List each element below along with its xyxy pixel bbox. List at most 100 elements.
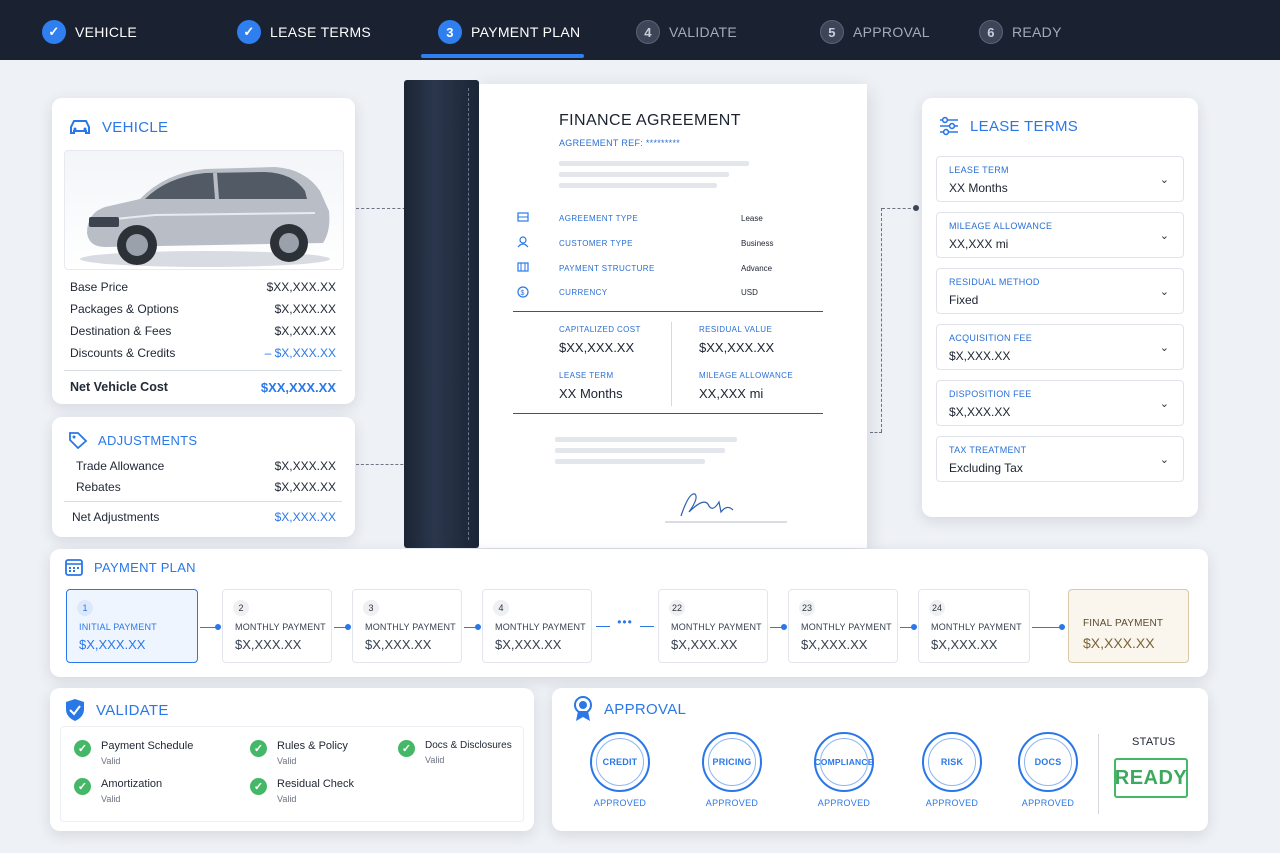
lease-term-select[interactable]: LEASE TERM XX Months ⌄ [936,156,1184,202]
payment-item[interactable]: 22 MONTHLY PAYMENT $X,XXX.XX [658,589,768,663]
validate-title: VALIDATE [64,698,169,722]
chevron-down-icon: ⌄ [1159,174,1169,186]
adjustment-row-trade: Trade Allowance $X,XXX.XX [76,459,336,473]
vehicle-card: VEHICLE Base Price $XX,XXX.XX Packages & … [52,98,355,404]
doc-grid-value: $XX,XXX.XX [559,340,635,355]
payment-item[interactable]: 24 MONTHLY PAYMENT $X,XXX.XX [918,589,1030,663]
doc-grid-label: RESIDUAL VALUE [699,325,773,334]
validate-item: ✓ Amortization Valid [74,778,162,804]
payment-item-initial[interactable]: 1 INITIAL PAYMENT $X,XXX.XX [66,589,198,663]
validate-card: VALIDATE ✓ Payment Schedule Valid ✓ Rules… [50,688,534,831]
ready-status-stamp: READY [1114,758,1188,798]
vehicle-row-base-price: Base Price $XX,XXX.XX [70,280,336,294]
payment-item[interactable]: 3 MONTHLY PAYMENT $X,XXX.XX [352,589,462,663]
car-icon [70,120,90,134]
arrow-connector [1032,624,1065,630]
step-ready[interactable]: 6 READY [979,18,1062,46]
calendar-icon [65,559,83,576]
doc-field-value: Advance [741,264,773,273]
calendar-icon [517,262,529,272]
payment-item[interactable]: 23 MONTHLY PAYMENT $X,XXX.XX [788,589,898,663]
divider [1098,734,1099,814]
badge-status: APPROVED [817,798,871,808]
check-icon: ✓ [398,740,415,757]
step-number: 6 [979,20,1003,44]
approval-card: APPROVAL CREDIT APPROVED PRICING APPROVE… [552,688,1208,831]
doc-grid-label: CAPITALIZED COST [559,325,641,334]
arrow-connector [334,624,351,630]
arrow-connector [200,624,221,630]
chevron-down-icon: ⌄ [1159,230,1169,242]
arrow-connector [770,624,787,630]
divider [64,370,342,371]
document-binder [404,80,479,548]
doc-field-label: PAYMENT STRUCTURE [559,264,655,273]
risk-approved-badge: RISK [922,732,982,792]
step-number: 3 [438,20,462,44]
vehicle-row-discounts: Discounts & Credits – $X,XXX.XX [70,346,336,360]
text-placeholder [555,437,737,442]
step-number: 4 [636,20,660,44]
vehicle-row-destination: Destination & Fees $X,XXX.XX [70,324,336,338]
adjustments-card: ADJUSTMENTS Trade Allowance $X,XXX.XX Reb… [52,417,355,537]
doc-field-label: CUSTOMER TYPE [559,239,633,248]
currency-icon: $ [517,286,529,298]
validate-item: ✓ Rules & Policy Valid [250,740,348,766]
payment-item[interactable]: 4 MONTHLY PAYMENT $X,XXX.XX [482,589,592,663]
mileage-allowance-select[interactable]: MILEAGE ALLOWANCE XX,XXX mi ⌄ [936,212,1184,258]
step-validate[interactable]: 4 VALIDATE [636,18,737,46]
step-payment-plan[interactable]: 3 PAYMENT PLAN [438,18,580,46]
connector-dot [913,205,919,211]
vehicle-image [64,150,344,270]
vehicle-card-title: VEHICLE [68,118,168,136]
step-approval[interactable]: 5 APPROVAL [820,18,930,46]
arrow-connector [464,624,481,630]
payment-item[interactable]: 2 MONTHLY PAYMENT $X,XXX.XX [222,589,332,663]
divider [671,322,672,406]
doc-grid-value: XX,XXX mi [699,386,764,401]
divider [513,311,823,312]
disposition-fee-select[interactable]: DISPOSITION FEE $X,XXX.XX ⌄ [936,380,1184,426]
doc-field-value: Business [741,239,774,248]
sliders-icon [940,116,958,136]
document-title: FINANCE AGREEMENT [559,112,741,129]
ellipsis: ••• [610,615,640,629]
payment-item-final[interactable]: FINAL PAYMENT $X,XXX.XX [1068,589,1189,663]
compliance-approved-badge: COMPLIANCE [814,732,874,792]
badge-status: APPROVED [705,798,759,808]
text-placeholder [555,459,705,464]
check-icon: ✓ [74,778,91,795]
adjustments-card-title: ADJUSTMENTS [68,431,197,449]
connector-line [882,208,916,209]
doc-grid-value: $XX,XXX.XX [699,340,775,355]
pricing-approved-badge: PRICING [702,732,762,792]
doc-field-label: CURRENCY [559,288,608,297]
connector-line [881,208,882,432]
check-icon: ✓ [250,740,267,757]
acquisition-fee-select[interactable]: ACQUISITION FEE $X,XXX.XX ⌄ [936,324,1184,370]
badge-status: APPROVED [925,798,979,808]
doc-grid-value: XX Months [559,386,623,401]
arrow-connector [900,624,917,630]
step-lease-terms[interactable]: ✓ LEASE TERMS [237,18,371,46]
validate-item: ✓ Residual Check Valid [250,778,354,804]
text-placeholder [559,172,729,177]
signature-icon [665,493,787,523]
progress-stepper: ✓ VEHICLE ✓ LEASE TERMS 3 PAYMENT PLAN 4… [0,0,1280,60]
step-vehicle[interactable]: ✓ VEHICLE [42,18,137,46]
tax-treatment-select[interactable]: TAX TREATMENT Excluding Tax ⌄ [936,436,1184,482]
vehicle-row-packages: Packages & Options $X,XXX.XX [70,302,336,316]
shield-check-icon [66,699,84,721]
chevron-down-icon: ⌄ [1159,398,1169,410]
doc-grid-label: MILEAGE ALLOWANCE [699,371,794,380]
validate-item: ✓ Payment Schedule Valid [74,740,193,766]
doc-field-label: AGREEMENT TYPE [559,214,639,223]
residual-method-select[interactable]: RESIDUAL METHOD Fixed ⌄ [936,268,1184,314]
svg-text:$: $ [521,290,525,297]
chevron-down-icon: ⌄ [1159,454,1169,466]
chevron-down-icon: ⌄ [1159,342,1169,354]
divider [513,413,823,414]
doc-grid-label: LEASE TERM [559,371,614,380]
tag-icon [69,432,88,449]
step-number: 5 [820,20,844,44]
